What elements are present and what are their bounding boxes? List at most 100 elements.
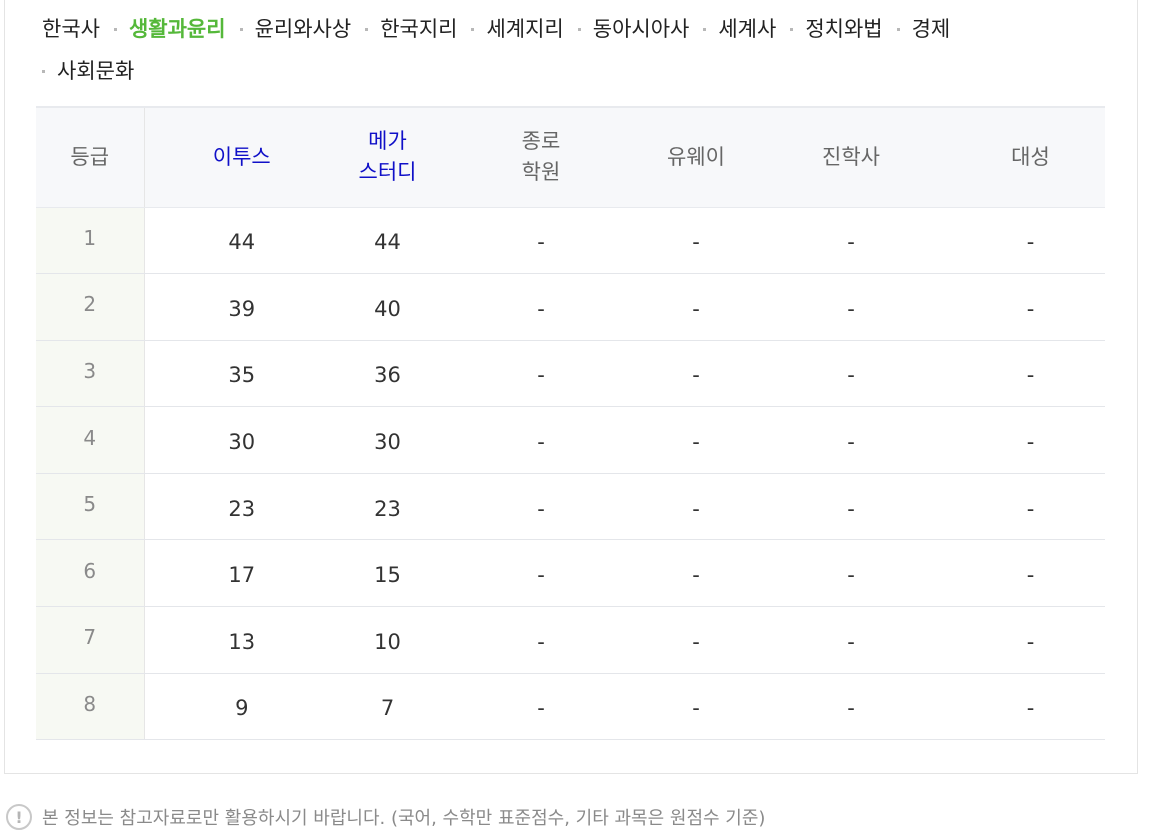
megastudy-cell: 7 (339, 673, 436, 741)
jinhak-cell: - (746, 273, 956, 341)
jongro-cell: - (436, 273, 646, 341)
tab-separator (896, 27, 900, 31)
etoos-cell: 30 (144, 406, 339, 474)
exclamation-circle-icon: ! (6, 804, 32, 830)
etoos-cell: 39 (144, 273, 339, 341)
jongro-cell: - (436, 406, 646, 474)
megastudy-cell: 40 (339, 273, 436, 341)
daesung-cell: - (956, 606, 1105, 674)
table-row: 3 35 36 - - - - (36, 340, 1105, 408)
jongro-cell: - (436, 673, 646, 741)
uway-cell: - (646, 406, 746, 474)
notice-text: 본 정보는 참고자료로만 활용하시기 바랍니다. (국어, 수학만 표준점수, … (42, 808, 766, 829)
tab-separator (577, 27, 581, 31)
subject-tabs: 한국사 생활과윤리 윤리와사상 한국지리 세계지리 동아시아사 세계사 정치와법 경제 사회문화 (42, 8, 1042, 92)
header-etoos-label: 이투스 (212, 144, 271, 169)
jinhak-cell: - (746, 473, 956, 541)
table-row: 1 44 44 - - - - (36, 207, 1105, 275)
megastudy-cell: 44 (339, 207, 436, 275)
uway-cell: - (646, 340, 746, 408)
tab-east-asian-history[interactable]: 동아시아사 (593, 8, 690, 50)
header-daesung: 대성 (956, 106, 1105, 208)
etoos-cell: 13 (144, 606, 339, 674)
jinhak-cell: - (746, 673, 956, 741)
tab-economics[interactable]: 경제 (912, 8, 951, 50)
jongro-cell: - (436, 473, 646, 541)
daesung-cell: - (956, 473, 1105, 541)
header-megastudy-line1: 메가 (368, 129, 407, 154)
daesung-cell: - (956, 273, 1105, 341)
etoos-cell: 17 (144, 539, 339, 608)
tab-separator (42, 69, 45, 73)
grade-cell: 1 (36, 207, 145, 275)
tab-separator (471, 27, 475, 31)
grade-cell: 3 (36, 340, 145, 408)
header-uway: 유웨이 (646, 106, 746, 208)
header-megastudy-line2: 스터디 (358, 160, 417, 185)
uway-cell: - (646, 273, 746, 341)
notice-bar: ! 본 정보는 참고자료로만 활용하시기 바랍니다. (국어, 수학만 표준점수… (6, 802, 765, 832)
header-jongro-line2: 학원 (521, 160, 561, 185)
uway-cell: - (646, 539, 746, 608)
jinhak-cell: - (746, 406, 956, 474)
uway-cell: - (646, 473, 746, 541)
uway-cell: - (646, 207, 746, 275)
daesung-cell: - (956, 406, 1105, 474)
table-row: 8 9 7 - - - - (36, 673, 1105, 741)
table-row: 7 13 10 - - - - (36, 606, 1105, 674)
uway-cell: - (646, 606, 746, 674)
jongro-cell: - (436, 340, 646, 408)
tab-separator (703, 27, 707, 31)
jinhak-cell: - (746, 539, 956, 608)
daesung-cell: - (956, 673, 1105, 741)
jinhak-cell: - (746, 207, 956, 275)
header-etoos: 이투스 (144, 106, 339, 208)
grade-cell: 4 (36, 406, 145, 474)
grade-cell: 8 (36, 673, 145, 741)
header-jinhak: 진학사 (746, 106, 956, 208)
tab-world-history[interactable]: 세계사 (718, 8, 776, 50)
megastudy-cell: 30 (339, 406, 436, 474)
etoos-cell: 23 (144, 473, 339, 541)
tab-ethics-life[interactable]: 생활과윤리 (129, 8, 226, 50)
daesung-cell: - (956, 340, 1105, 408)
tab-ethics-thought[interactable]: 윤리와사상 (255, 8, 352, 50)
daesung-cell: - (956, 539, 1105, 608)
table-row: 4 30 30 - - - - (36, 406, 1105, 474)
jongro-cell: - (436, 606, 646, 674)
jongro-cell: - (436, 207, 646, 275)
jongro-cell: - (436, 539, 646, 608)
grade-cell: 7 (36, 606, 145, 674)
grade-cutoff-table: 등급 이투스 메가스터디 종로학원 유웨이 진학사 대성 1 44 44 - -… (36, 106, 1105, 741)
table-row: 6 17 15 - - - - (36, 539, 1105, 608)
tab-society-culture[interactable]: 사회문화 (57, 50, 134, 92)
tab-korean-history[interactable]: 한국사 (42, 8, 100, 50)
jinhak-cell: - (746, 340, 956, 408)
table-row: 2 39 40 - - - - (36, 273, 1105, 341)
grade-cell: 2 (36, 273, 145, 341)
table-row: 5 23 23 - - - - (36, 473, 1105, 541)
tab-politics-law[interactable]: 정치와법 (805, 8, 882, 50)
tab-separator (113, 27, 117, 31)
header-jongro: 종로학원 (436, 106, 646, 208)
tab-separator (790, 27, 794, 31)
megastudy-cell: 10 (339, 606, 436, 674)
grade-cell: 5 (36, 473, 145, 541)
etoos-cell: 44 (144, 207, 339, 275)
tab-separator (239, 27, 243, 31)
jinhak-cell: - (746, 606, 956, 674)
megastudy-cell: 36 (339, 340, 436, 408)
etoos-cell: 35 (144, 340, 339, 408)
etoos-cell: 9 (144, 673, 339, 741)
tab-world-geography[interactable]: 세계지리 (486, 8, 563, 50)
megastudy-cell: 23 (339, 473, 436, 541)
header-megastudy: 메가스터디 (339, 106, 436, 208)
tab-separator (365, 27, 369, 31)
daesung-cell: - (956, 207, 1105, 275)
grade-cell: 6 (36, 539, 145, 608)
uway-cell: - (646, 673, 746, 741)
header-grade: 등급 (36, 106, 145, 208)
table-header-row: 등급 이투스 메가스터디 종로학원 유웨이 진학사 대성 (36, 106, 1105, 208)
tab-korean-geography[interactable]: 한국지리 (380, 8, 457, 50)
header-jongro-line1: 종로 (521, 129, 561, 154)
